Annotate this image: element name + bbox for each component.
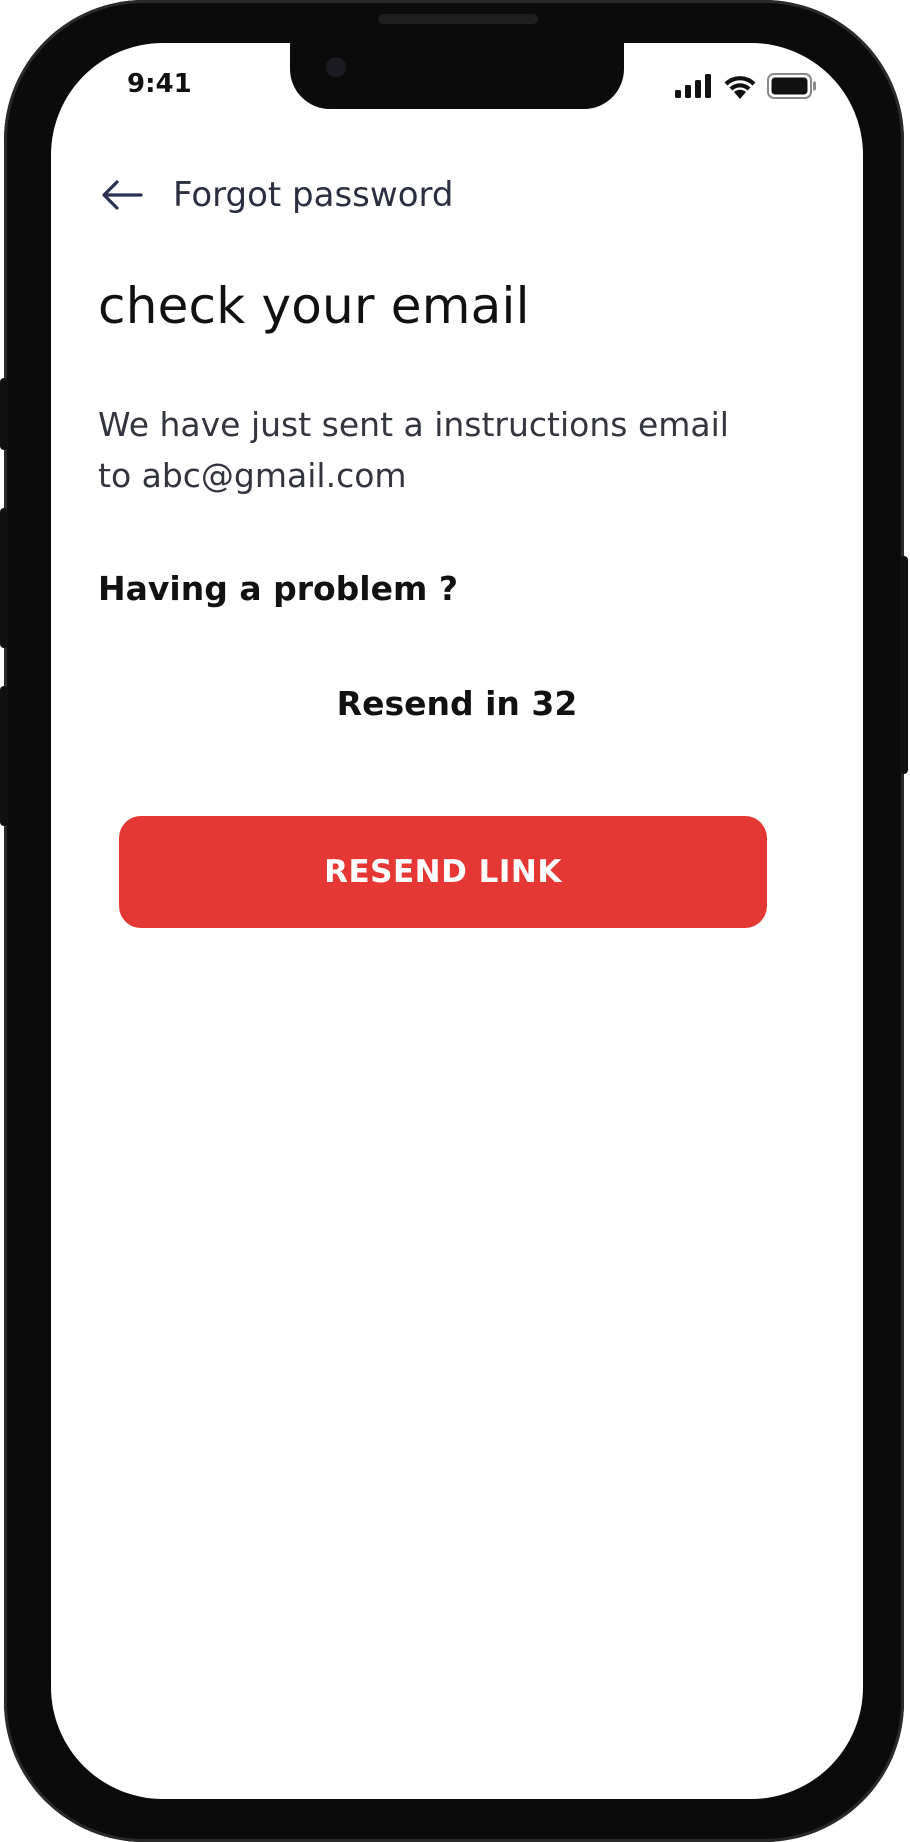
battery-icon (767, 73, 816, 99)
page-title: Forgot password (173, 175, 454, 215)
heading: check your email (98, 277, 530, 335)
phone-frame: 9:41 Forgot password check your email We… (0, 0, 908, 1842)
problem-label: Having a problem ? (98, 569, 458, 608)
header-row: Forgot password (101, 175, 453, 215)
screen: 9:41 Forgot password check your email We… (51, 43, 863, 1799)
side-button-volume-down (0, 686, 8, 826)
signal-icon (675, 74, 711, 98)
status-icons (675, 73, 817, 99)
wifi-icon (724, 76, 756, 99)
notch (290, 43, 624, 109)
back-button[interactable] (101, 177, 143, 213)
side-button-volume-up (0, 508, 8, 648)
arrow-left-icon (102, 180, 143, 210)
side-button-power (900, 556, 908, 774)
side-button-silent (0, 378, 8, 450)
status-time: 9:41 (127, 69, 192, 99)
speaker-grille (378, 14, 538, 24)
resend-link-button[interactable]: RESEND LINK (119, 816, 767, 928)
resend-timer: Resend in 32 (336, 684, 578, 723)
instructions-text: We have just sent a instructions email t… (98, 405, 729, 495)
front-camera (326, 57, 346, 77)
